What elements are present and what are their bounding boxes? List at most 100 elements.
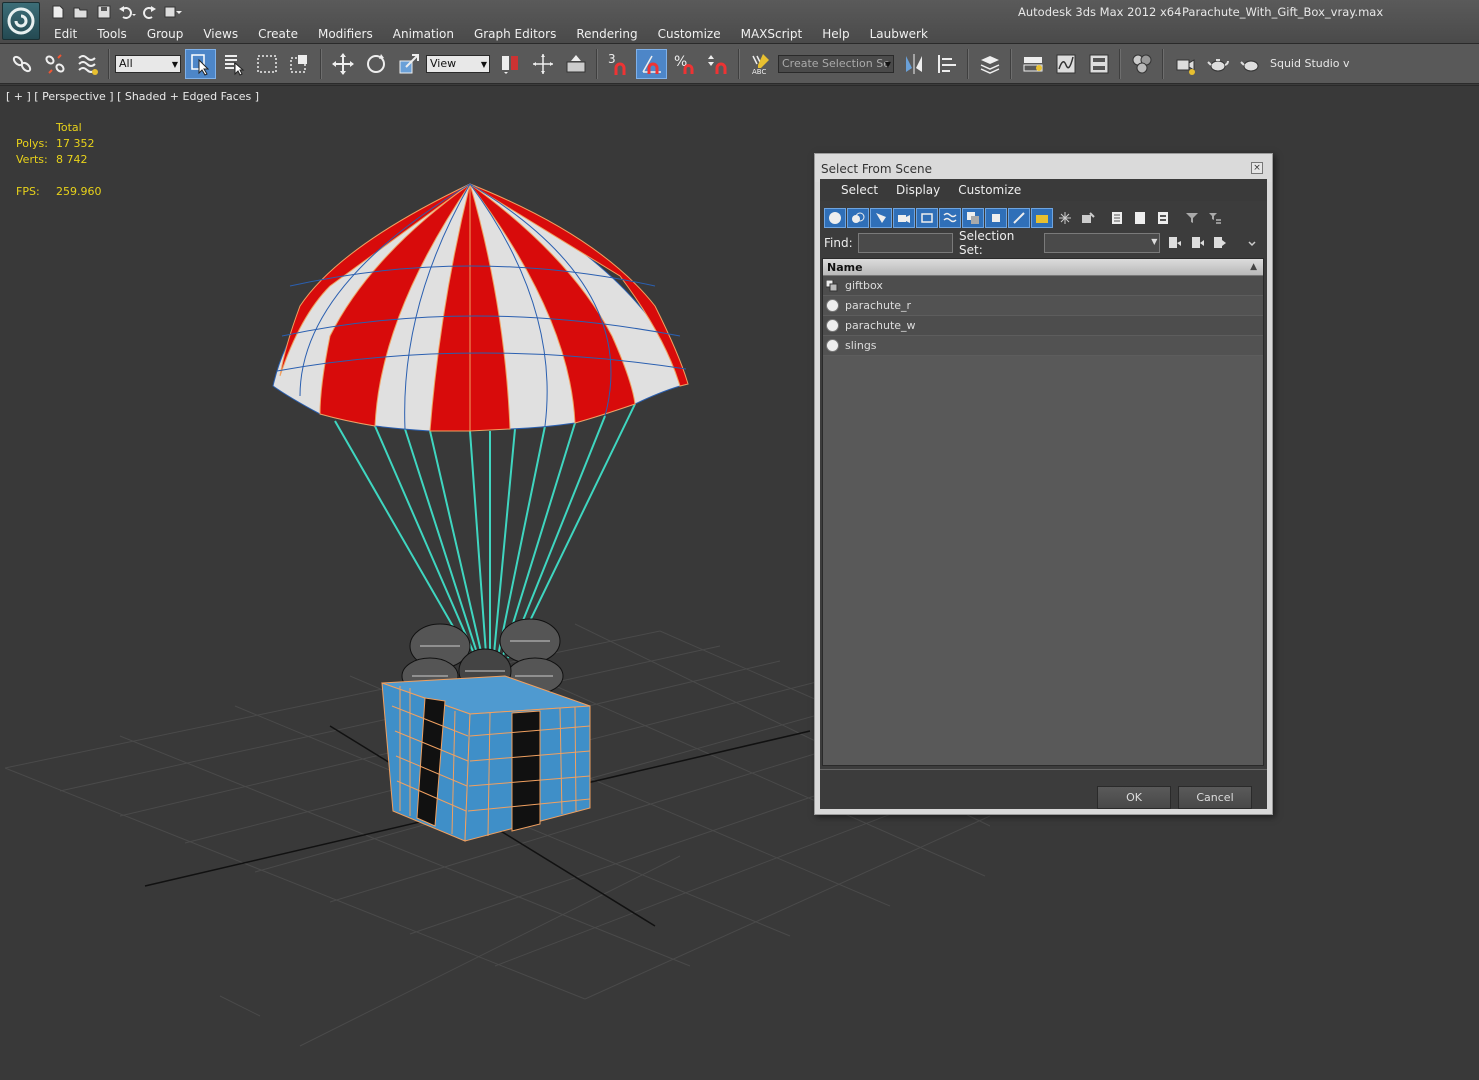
mirror-button[interactable] xyxy=(898,49,929,79)
display-bones-button[interactable] xyxy=(1008,208,1030,228)
select-none-button[interactable] xyxy=(1129,208,1151,228)
render-setup-button[interactable] xyxy=(1169,49,1200,79)
list-item[interactable]: slings xyxy=(823,336,1263,356)
schematic-view-button[interactable] xyxy=(1083,49,1114,79)
filter-list-icon xyxy=(1209,213,1221,224)
column-header-name[interactable]: Name ▲ xyxy=(823,259,1263,276)
remove-selection-set-button[interactable] xyxy=(1209,233,1230,253)
display-space-warps-button[interactable] xyxy=(939,208,961,228)
menu-edit[interactable]: Edit xyxy=(44,26,87,44)
menu-tools[interactable]: Tools xyxy=(87,26,137,44)
filter-button[interactable] xyxy=(1181,208,1203,228)
ok-button[interactable]: OK xyxy=(1097,786,1171,809)
menu-customize[interactable]: Customize xyxy=(648,26,731,44)
filter-settings-button[interactable] xyxy=(1204,208,1226,228)
named-selection-sets-dropdown[interactable]: Create Selection Se xyxy=(778,54,894,73)
select-by-name-button[interactable] xyxy=(218,49,249,79)
save-file-button[interactable] xyxy=(94,4,113,20)
plugin-button[interactable] xyxy=(1235,49,1266,79)
undo-button[interactable] xyxy=(117,4,136,20)
selection-set-dropdown[interactable] xyxy=(1043,233,1161,253)
curve-editor-button[interactable] xyxy=(1050,49,1081,79)
selection-filter-dropdown[interactable]: All xyxy=(115,54,181,73)
dialog-menu-select[interactable]: Select xyxy=(832,179,887,201)
display-helpers-button[interactable] xyxy=(916,208,938,228)
edit-named-selection-button[interactable]: ABC xyxy=(745,49,776,79)
create-selection-set-button[interactable] xyxy=(1164,233,1185,253)
percent-snap-toggle-button[interactable]: % xyxy=(669,49,700,79)
find-input[interactable] xyxy=(857,233,954,253)
angle-snap-icon xyxy=(641,55,661,74)
dialog-title-bar[interactable]: Select From Scene × xyxy=(815,154,1272,182)
select-invert-button[interactable] xyxy=(1152,208,1174,228)
viewport-label[interactable]: [ + ] [ Perspective ] [ Shaded + Edged F… xyxy=(6,90,259,103)
snaps-toggle-button[interactable]: 3 xyxy=(603,49,634,79)
list-item[interactable]: parachute_w xyxy=(823,316,1263,336)
layer-manager-button[interactable] xyxy=(974,49,1005,79)
app-menu-button[interactable] xyxy=(2,2,40,40)
cancel-button[interactable]: Cancel xyxy=(1178,786,1252,809)
new-file-button[interactable] xyxy=(48,4,67,20)
select-and-rotate-button[interactable] xyxy=(360,49,391,79)
menu-help[interactable]: Help xyxy=(812,26,859,44)
toggle-ribbon-button[interactable] xyxy=(1017,49,1048,79)
menu-modifiers[interactable]: Modifiers xyxy=(308,26,383,44)
menu-rendering[interactable]: Rendering xyxy=(566,26,647,44)
pivot-center-button[interactable] xyxy=(494,49,525,79)
options-dropdown-button[interactable] xyxy=(1242,233,1263,253)
menu-create[interactable]: Create xyxy=(248,26,308,44)
bind-space-warp-button[interactable] xyxy=(72,49,103,79)
scene-object-list[interactable]: Name ▲ giftbox parachute_r parachute_wslin… xyxy=(822,258,1264,766)
list-item-label: parachute_w xyxy=(845,319,916,332)
dialog-menu-customize[interactable]: Customize xyxy=(949,179,1030,201)
dialog-close-button[interactable]: × xyxy=(1251,162,1263,174)
select-and-link-button[interactable] xyxy=(6,49,37,79)
geometry-sphere-icon xyxy=(825,319,839,333)
display-lights-button[interactable] xyxy=(870,208,892,228)
toolbar-separator xyxy=(1119,48,1121,79)
redo-button[interactable] xyxy=(140,4,159,20)
selection-region-button[interactable] xyxy=(251,49,282,79)
select-all-button[interactable] xyxy=(1106,208,1128,228)
list-item[interactable]: parachute_r xyxy=(823,296,1263,316)
plugin-label[interactable]: Squid Studio v xyxy=(1270,57,1350,70)
menu-animation[interactable]: Animation xyxy=(383,26,464,44)
edit-named-selection-icon: ABC xyxy=(752,53,769,76)
display-cameras-button[interactable] xyxy=(893,208,915,228)
select-object-button[interactable] xyxy=(185,48,216,79)
menu-maxscript[interactable]: MAXScript xyxy=(731,26,813,44)
window-crossing-button[interactable] xyxy=(284,49,315,79)
select-and-scale-button[interactable] xyxy=(393,49,424,79)
display-geometry-button[interactable] xyxy=(824,208,846,228)
stats-verts-value: 8 742 xyxy=(56,153,88,166)
open-file-button[interactable] xyxy=(71,4,90,20)
add-set-icon xyxy=(1169,237,1182,248)
display-frozen-button[interactable] xyxy=(1054,208,1076,228)
camera-icon xyxy=(898,215,910,223)
menu-views[interactable]: Views xyxy=(193,26,248,44)
keyboard-shortcut-override-button[interactable] xyxy=(560,49,591,79)
menu-group[interactable]: Group xyxy=(137,26,194,44)
render-production-button[interactable] xyxy=(1202,49,1233,79)
material-editor-button[interactable] xyxy=(1126,49,1157,79)
display-groups-button[interactable] xyxy=(962,208,984,228)
list-item[interactable]: giftbox xyxy=(823,276,1263,296)
display-xrefs-button[interactable] xyxy=(985,208,1007,228)
select-and-move-button[interactable] xyxy=(327,49,358,79)
align-button[interactable] xyxy=(931,49,962,79)
unlink-selection-button[interactable] xyxy=(39,49,70,79)
main-menu: Edit Tools Group Views Create Modifiers … xyxy=(44,26,938,44)
edit-selection-set-button[interactable] xyxy=(1187,233,1208,253)
display-shapes-button[interactable] xyxy=(847,208,869,228)
menu-graph-editors[interactable]: Graph Editors xyxy=(464,26,566,44)
display-containers-button[interactable] xyxy=(1031,208,1053,228)
reference-coordinate-dropdown[interactable]: View xyxy=(426,54,490,73)
spinner-snap-toggle-button[interactable] xyxy=(702,49,733,79)
dialog-menu-display[interactable]: Display xyxy=(887,179,949,201)
angle-snap-toggle-button[interactable] xyxy=(636,48,667,79)
project-folder-button[interactable] xyxy=(163,4,182,20)
menu-laubwerk[interactable]: Laubwerk xyxy=(860,26,938,44)
select-invert-icon xyxy=(1158,212,1168,224)
display-hidden-button[interactable] xyxy=(1077,208,1099,228)
manipulate-button[interactable] xyxy=(527,49,558,79)
